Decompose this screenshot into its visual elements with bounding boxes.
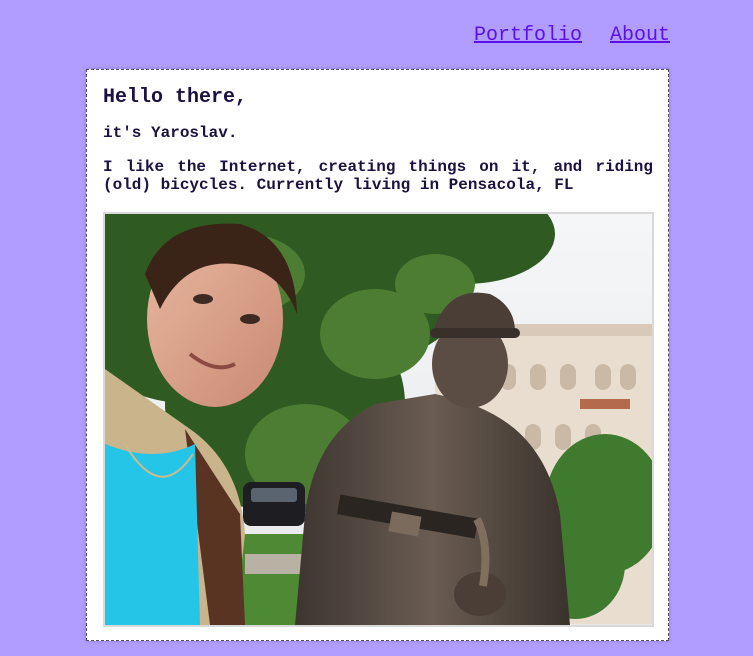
intro-card: Hello there, it's Yaroslav. I like the I… — [86, 69, 669, 641]
top-nav: Portfolio About — [474, 24, 670, 48]
nav-link-about[interactable]: About — [610, 24, 670, 48]
greeting-heading: Hello there, — [103, 86, 248, 109]
bio-text: I like the Internet, creating things on … — [103, 158, 653, 194]
profile-photo — [103, 212, 654, 627]
name-line: it's Yaroslav. — [103, 124, 238, 142]
nav-link-portfolio[interactable]: Portfolio — [474, 24, 582, 48]
